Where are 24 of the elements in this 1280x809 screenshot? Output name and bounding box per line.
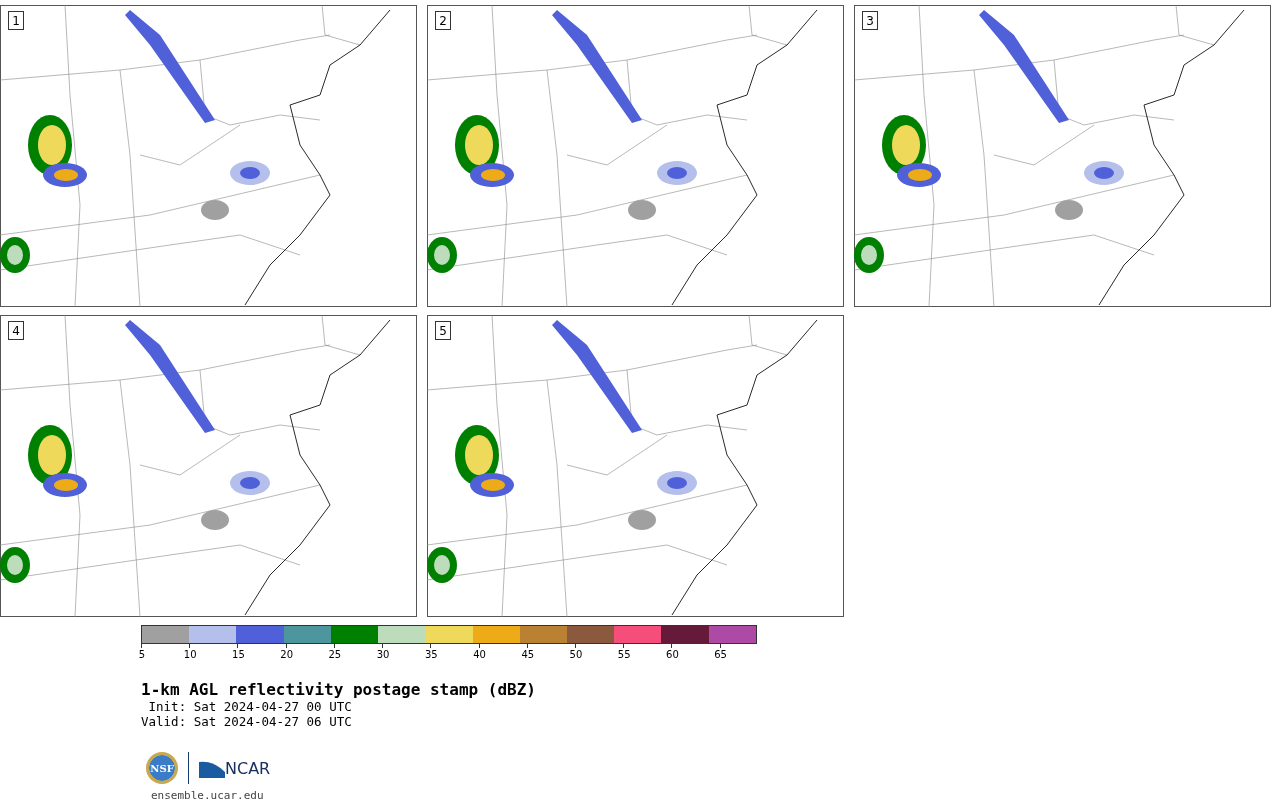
panel-number: 3 <box>862 11 878 30</box>
colorbar-tick-label: 40 <box>473 649 486 660</box>
colorbar-tick-label: 10 <box>183 649 197 660</box>
panel-number: 1 <box>8 11 24 30</box>
ncar-logo: NCAR <box>225 758 271 778</box>
colorbar-tick-label: 65 <box>714 649 727 660</box>
colorbar-tick-label: 5 <box>138 649 146 660</box>
colorbar-tick-label: 35 <box>424 649 438 660</box>
colorbar-tick-label: 45 <box>521 649 535 660</box>
colorbar-tick-label: 60 <box>666 649 679 660</box>
panel-number: 4 <box>8 321 24 340</box>
colorbar-tick-label: 25 <box>328 649 342 660</box>
colorbar-tick-label: 30 <box>376 649 390 660</box>
chart-title: 1-km AGL reflectivity postage stamp (dBZ) <box>141 680 537 699</box>
valid-time: Valid: Sat 2024-04-27 06 UTC <box>141 714 353 729</box>
colorbar-tick-label: 50 <box>569 649 583 660</box>
init-time: Init: Sat 2024-04-27 00 UTC <box>147 699 353 714</box>
nsf-logo: NSF <box>146 752 178 784</box>
colorbar-tick-label: 55 <box>617 649 631 660</box>
website-url: ensemble.ucar.edu <box>151 789 265 802</box>
colorbar-tick-label: 15 <box>232 649 245 660</box>
panel-number: 5 <box>435 321 451 340</box>
colorbar-tick-label: 20 <box>280 649 293 660</box>
panel-number: 2 <box>435 11 451 30</box>
